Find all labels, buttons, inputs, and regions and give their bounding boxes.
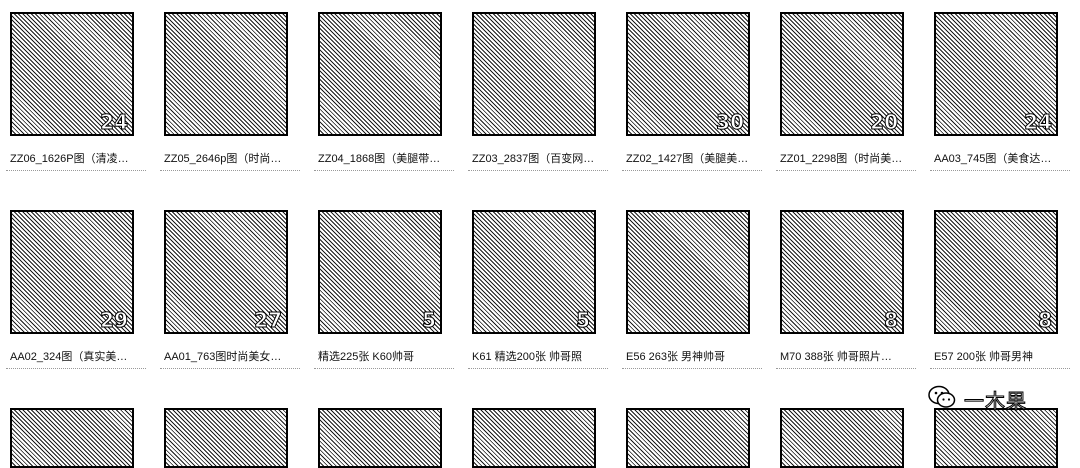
thumbnail-item[interactable]: 24 AA03_745图（美食达… [926,0,1076,180]
item-divider [314,368,454,369]
item-divider [160,170,300,171]
thumbnail-item[interactable]: 5 K61 精选200张 帅哥照 [464,198,614,378]
item-divider [622,368,762,369]
image-count-badge: 5 [422,308,437,332]
image-count-badge: 5 [576,308,591,332]
thumbnail-item[interactable]: E56 263张 男神帅哥 [618,198,768,378]
item-divider [930,170,1070,171]
thumbnail-caption[interactable]: E56 263张 男神帅哥 [626,348,760,364]
thumbnail-item[interactable] [310,396,460,468]
image-count-badge: 27 [254,308,283,332]
thumbnail-image[interactable]: 29 [10,210,134,334]
thumbnail-item[interactable] [464,396,614,468]
thumbnail-caption[interactable]: ZZ03_2837图（百变网… [472,150,606,166]
thumbnail-caption[interactable]: M70 388张 帅哥照片… [780,348,914,364]
thumbnail-item[interactable] [618,396,768,468]
thumbnail-caption[interactable]: AA02_324图（真实美… [10,348,144,364]
thumbnail-item[interactable]: ZZ05_2646p图（时尚… [156,0,306,180]
wechat-icon [928,385,956,408]
thumbnail-image[interactable]: 8 [780,210,904,334]
thumbnail-image[interactable] [780,408,904,468]
thumbnail-image[interactable]: 27 [164,210,288,334]
thumbnail-caption[interactable]: 精选225张 K60帅哥 [318,348,452,364]
thumbnail-item[interactable]: 24 ZZ06_1626P图（清凌… [2,0,152,180]
thumbnail-image[interactable] [626,210,750,334]
image-count-badge: 8 [884,308,899,332]
thumbnail-image[interactable] [318,408,442,468]
thumbnail-caption[interactable]: AA01_763图时尚美女… [164,348,298,364]
thumbnail-caption[interactable]: AA03_745图（美食达… [934,150,1068,166]
thumbnail-image[interactable] [626,408,750,468]
thumbnail-item[interactable]: 8 E57 200张 帅哥男神 [926,198,1076,378]
thumbnail-image[interactable] [164,12,288,136]
thumbnail-image[interactable] [164,408,288,468]
thumbnail-item[interactable]: 29 AA02_324图（真实美… [2,198,152,378]
thumbnail-caption[interactable]: ZZ04_1868图（美腿带… [318,150,452,166]
thumbnail-item[interactable]: 27 AA01_763图时尚美女… [156,198,306,378]
thumbnail-image[interactable] [10,408,134,468]
item-divider [314,170,454,171]
thumbnail-item[interactable] [156,396,306,468]
image-count-badge: 24 [1024,110,1053,134]
item-divider [6,170,146,171]
thumbnail-item[interactable]: 8 M70 388张 帅哥照片… [772,198,922,378]
image-count-badge: 20 [870,110,899,134]
thumbnail-image[interactable]: 24 [934,12,1058,136]
thumbnail-caption[interactable]: ZZ06_1626P图（清凌… [10,150,144,166]
thumbnail-image[interactable]: 8 [934,210,1058,334]
item-divider [160,368,300,369]
thumbnail-item[interactable]: ZZ04_1868图（美腿带… [310,0,460,180]
thumbnail-image[interactable]: 5 [472,210,596,334]
thumbnail-item[interactable]: ZZ03_2837图（百变网… [464,0,614,180]
watermark-text: 一木果 [964,389,1027,414]
image-count-badge: 30 [716,110,745,134]
thumbnail-image[interactable] [934,408,1058,468]
image-count-badge: 29 [100,308,129,332]
thumbnail-image[interactable] [472,408,596,468]
item-divider [468,368,608,369]
thumbnail-item[interactable]: 30 ZZ02_1427图（美腿美… [618,0,768,180]
thumbnail-item[interactable] [772,396,922,468]
thumbnail-item[interactable] [2,396,152,468]
thumbnail-caption[interactable]: ZZ02_1427图（美腿美… [626,150,760,166]
thumbnail-image[interactable]: 20 [780,12,904,136]
thumbnail-item[interactable]: 20 ZZ01_2298图（时尚美… [772,0,922,180]
thumbnail-image[interactable]: 5 [318,210,442,334]
item-divider [6,368,146,369]
item-divider [930,368,1070,369]
thumbnail-grid: 24 ZZ06_1626P图（清凌… ZZ05_2646p图（时尚… ZZ04_… [0,0,1080,468]
thumbnail-caption[interactable]: E57 200张 帅哥男神 [934,348,1068,364]
thumbnail-caption[interactable]: ZZ05_2646p图（时尚… [164,150,298,166]
image-count-badge: 24 [100,110,129,134]
item-divider [622,170,762,171]
image-count-badge: 8 [1038,308,1053,332]
thumbnail-caption[interactable]: ZZ01_2298图（时尚美… [780,150,914,166]
thumbnail-image[interactable]: 30 [626,12,750,136]
thumbnail-image[interactable] [472,12,596,136]
item-divider [776,368,916,369]
thumbnail-item[interactable]: 5 精选225张 K60帅哥 [310,198,460,378]
item-divider [776,170,916,171]
watermark: 一木果 [928,382,1078,414]
thumbnail-image[interactable] [318,12,442,136]
thumbnail-caption[interactable]: K61 精选200张 帅哥照 [472,348,606,364]
item-divider [468,170,608,171]
thumbnail-image[interactable]: 24 [10,12,134,136]
